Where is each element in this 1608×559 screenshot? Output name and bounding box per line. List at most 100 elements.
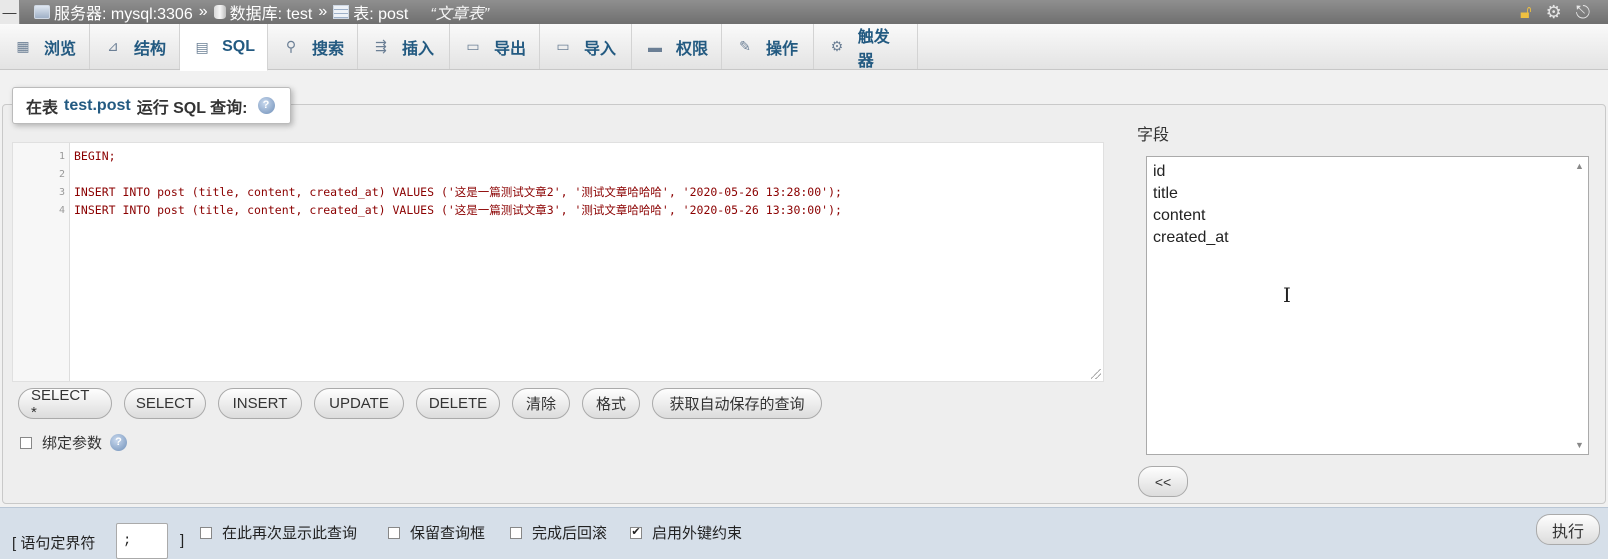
- search-icon: ⚲: [285, 38, 297, 54]
- field-option[interactable]: id: [1147, 161, 1588, 183]
- text-cursor-icon: I: [1283, 283, 1291, 307]
- code-line: 3 INSERT INTO post (title, content, creat…: [13, 183, 1103, 201]
- resize-handle[interactable]: [1091, 369, 1101, 379]
- snippet-button[interactable]: UPDATE: [314, 388, 404, 419]
- query-option[interactable]: 完成后回滚: [510, 522, 607, 543]
- snippet-button[interactable]: SELECT: [124, 388, 206, 419]
- tab-label: SQL: [222, 38, 255, 55]
- tab-browse[interactable]: ▦ 浏览: [0, 24, 90, 69]
- delimiter-close-bracket: ]: [180, 532, 185, 549]
- sql-query-legend: 在表 test.post 运行 SQL 查询: ?: [12, 87, 291, 124]
- snippet-button[interactable]: INSERT: [218, 388, 302, 419]
- query-option[interactable]: 保留查询框: [388, 522, 485, 543]
- bind-parameters[interactable]: 绑定参数 ?: [20, 432, 128, 453]
- field-option[interactable]: title: [1147, 183, 1588, 205]
- scroll-down-icon[interactable]: ▼: [1575, 440, 1584, 450]
- line-number: 3: [58, 186, 65, 198]
- code-text: BEGIN;: [74, 149, 116, 163]
- legend-suffix: 运行 SQL 查询:: [136, 99, 248, 117]
- code-line: 2: [13, 165, 1103, 183]
- snippet-button[interactable]: 格式: [582, 388, 640, 419]
- operations-icon: ✎: [739, 38, 751, 54]
- tab-label: 浏览: [44, 40, 77, 58]
- query-option[interactable]: ✔ 启用外键约束: [630, 522, 742, 543]
- query-option-label: 保留查询框: [410, 525, 486, 542]
- main-tabs: ▦ 浏览 ⊿ 结构 ▤ SQL ⚲ 搜索 ⇶ 插入 ▭ 导出 ▭ 导入 ▬ 权限 ✎ 操作 ⚙ 触发器: [0, 24, 1608, 71]
- code-line: 4 INSERT INTO post (title, content, creat…: [13, 201, 1103, 219]
- snippet-button[interactable]: 清除: [512, 388, 570, 419]
- tab-search[interactable]: ⚲ 搜索: [268, 24, 358, 69]
- tab-insert[interactable]: ⇶ 插入: [358, 24, 450, 69]
- table-comment: “文章表”: [430, 6, 490, 23]
- bind-parameters-label: 绑定参数: [42, 435, 103, 452]
- privileges-icon: ▬: [648, 38, 662, 55]
- fields-title: 字段: [1137, 127, 1170, 144]
- tab-label: 导出: [494, 40, 527, 58]
- tab-structure[interactable]: ⊿ 结构: [90, 24, 180, 69]
- snippet-button[interactable]: 获取自动保存的查询: [652, 388, 822, 419]
- snippet-button[interactable]: DELETE: [416, 388, 500, 419]
- query-option-label: 完成后回滚: [532, 525, 608, 542]
- go-button[interactable]: 执行: [1536, 514, 1600, 545]
- insert-field-button[interactable]: <<: [1138, 466, 1188, 497]
- tab-label: 操作: [766, 40, 799, 58]
- gear-icon[interactable]: ⚙: [1546, 2, 1562, 23]
- table-icon: [333, 5, 350, 19]
- query-option-checkbox[interactable]: [200, 526, 212, 539]
- collapse-navigation-button[interactable]: —: [0, 0, 20, 24]
- help-icon[interactable]: ?: [257, 97, 275, 114]
- tab-triggers[interactable]: ⚙ 触发器: [814, 24, 918, 70]
- tab-label: 触发器: [857, 28, 890, 70]
- tab-export[interactable]: ▭ 导出: [450, 24, 540, 69]
- scroll-up-icon[interactable]: ▲: [1575, 161, 1584, 171]
- exit-icon[interactable]: ⎋: [1576, 2, 1590, 23]
- help-icon[interactable]: ?: [110, 434, 128, 451]
- delimiter-input[interactable]: ;: [116, 523, 168, 559]
- breadcrumb-database[interactable]: 数据库: test »: [213, 0, 334, 24]
- query-option-label: 启用外键约束: [652, 525, 743, 542]
- breadcrumb-table[interactable]: 表: post: [333, 0, 408, 24]
- tab-label: 插入: [402, 40, 435, 58]
- legend-prefix: 在表: [26, 99, 59, 117]
- tab-label: 搜索: [312, 40, 345, 58]
- lock-icon[interactable]: 🔓︎: [1520, 2, 1532, 23]
- tab-import[interactable]: ▭ 导入: [540, 24, 632, 69]
- sql-editor[interactable]: 1 BEGIN; 2 3 INSERT INTO post (title, conten…: [12, 142, 1104, 382]
- triggers-icon: ⚙: [830, 38, 844, 54]
- breadcrumb-server-label[interactable]: 服务器: mysql:3306: [54, 0, 193, 24]
- sql-snippet-buttons: SELECT * SELECT INSERT UPDATE DELETE 清除 格式 获取自动…: [18, 387, 834, 421]
- browse-icon: ▦: [16, 38, 30, 54]
- insert-icon: ⇶: [375, 38, 387, 54]
- fields-scrollbar[interactable]: ▲ ▼: [1571, 157, 1588, 454]
- tab-privileges[interactable]: ▬ 权限: [632, 24, 722, 69]
- tab-sql[interactable]: ▤ SQL: [180, 24, 268, 71]
- field-option[interactable]: created_at: [1147, 227, 1588, 249]
- topbar-actions: 🔓︎ ⚙ ⎋: [1520, 2, 1590, 23]
- fields-list[interactable]: id title content created_at ▲ ▼: [1146, 156, 1589, 455]
- line-number: 4: [58, 204, 65, 216]
- breadcrumb-separator: »: [198, 3, 208, 20]
- bind-parameters-checkbox[interactable]: [20, 436, 32, 449]
- code-line: 1 BEGIN;: [13, 147, 1103, 165]
- database-icon: [213, 5, 226, 19]
- delimiter-label: [ 语句定界符: [12, 535, 96, 552]
- breadcrumb-table-label[interactable]: 表: post: [353, 0, 408, 24]
- code-text: INSERT INTO post (title, content, create…: [74, 203, 842, 217]
- breadcrumb-database-label[interactable]: 数据库: test: [230, 0, 313, 24]
- tab-label: 导入: [584, 40, 617, 58]
- query-option-checkbox[interactable]: ✔: [630, 526, 642, 539]
- query-option-checkbox[interactable]: [510, 526, 522, 539]
- structure-icon: ⊿: [107, 38, 119, 54]
- field-option[interactable]: content: [1147, 205, 1588, 227]
- tab-label: 结构: [134, 40, 167, 58]
- breadcrumb-server[interactable]: 服务器: mysql:3306 »: [34, 0, 214, 24]
- query-option[interactable]: 在此再次显示此查询: [200, 522, 357, 543]
- server-icon: [34, 5, 50, 19]
- tab-operations[interactable]: ✎ 操作: [722, 24, 814, 69]
- import-icon: ▭: [556, 38, 570, 54]
- snippet-button[interactable]: SELECT *: [18, 387, 112, 421]
- query-option-checkbox[interactable]: [388, 526, 400, 539]
- sql-icon: ▤: [195, 38, 209, 55]
- tab-label: 权限: [676, 40, 709, 58]
- breadcrumb-separator: »: [318, 3, 328, 20]
